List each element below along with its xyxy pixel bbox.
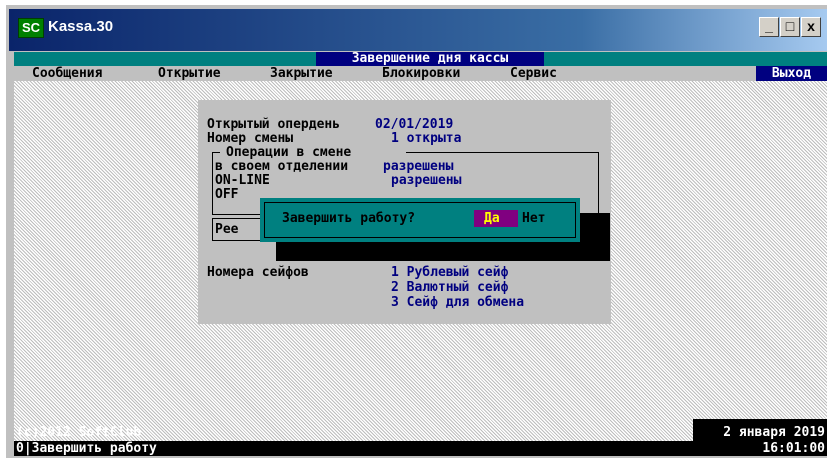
ree-frame-left (212, 218, 213, 240)
ops-title: Операции в смене (226, 145, 352, 160)
menu-item-open[interactable]: Открытие (158, 66, 221, 81)
menu-item-locks[interactable]: Блокировки (382, 66, 460, 81)
window-title: Kassa.30 (48, 18, 114, 35)
yes-button-label: Да (484, 211, 500, 226)
ree-label: Рее (215, 222, 239, 237)
ops-label-branch: в своем отделении (215, 159, 349, 174)
status-date: 2 января 2019 (723, 425, 825, 440)
no-button[interactable]: Нет (522, 211, 545, 226)
dialog-question: Завершить работу? (282, 211, 416, 226)
maximize-button[interactable]: □ (780, 17, 800, 37)
ree-frame-bottom (212, 240, 260, 241)
ops-value-branch: разрешены (383, 159, 454, 174)
ops-frame-top-left (212, 152, 220, 153)
app-icon: SC (18, 18, 44, 38)
yes-button[interactable]: Да (474, 210, 518, 227)
ops-label-online: ON-LINE (215, 173, 270, 188)
open-day-label: Открытый опердень (207, 117, 341, 132)
menu-item-messages[interactable]: Сообщения (32, 66, 102, 81)
status-time: 16:01:00 (762, 441, 825, 456)
copyright-text: (c)2012 SoftClub (16, 425, 142, 440)
safe-item-2: 2 Валютный сейф (391, 280, 509, 295)
exit-button[interactable]: Выход (756, 66, 827, 81)
safes-label: Номера сейфов (207, 265, 309, 280)
confirm-dialog: Завершить работу? Да Нет (260, 198, 580, 242)
shift-label: Номер смены (207, 131, 294, 146)
safe-item-1: 1 Рублевый сейф (391, 265, 509, 280)
ops-frame-top-right (406, 152, 598, 153)
ops-label-offline: OFF (215, 187, 239, 202)
shift-value: 1 открыта (391, 131, 462, 146)
close-button[interactable]: x (801, 17, 821, 37)
page-title: Завершение дня кассы (316, 52, 544, 66)
open-day-value: 02/01/2019 (375, 117, 454, 132)
menu-item-service[interactable]: Сервис (510, 66, 557, 81)
ops-value-online: разрешены (391, 173, 462, 188)
safe-item-3: 3 Сейф для обмена (391, 295, 525, 310)
ops-frame-right (598, 152, 599, 214)
ops-frame-left (212, 152, 213, 214)
window-titlebar[interactable] (9, 9, 827, 51)
terminal-screen: Завершение дня кассы Сообщения Открытие … (14, 52, 827, 456)
minimize-button[interactable]: _ (759, 17, 779, 37)
status-hint[interactable]: 0|Завершить работу (16, 442, 157, 456)
menu-item-close[interactable]: Закрытие (270, 66, 333, 81)
menu-bar: Сообщения Открытие Закрытие Блокировки С… (14, 66, 827, 81)
